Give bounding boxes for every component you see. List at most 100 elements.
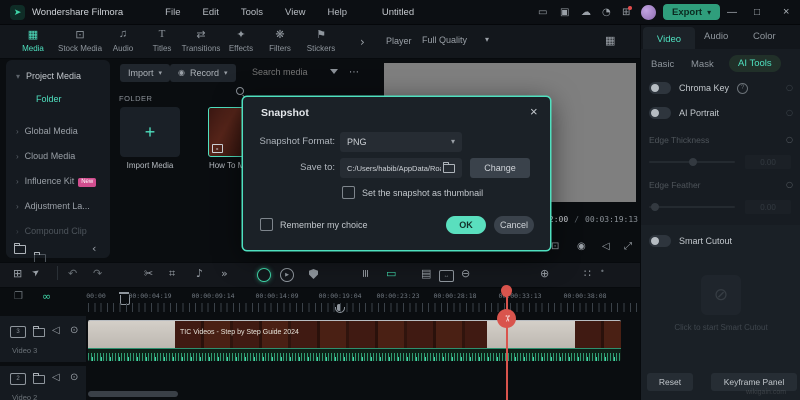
smart-cutout-toggle[interactable]: [649, 235, 671, 247]
snapshot-monitor-icon[interactable]: ⊡: [551, 242, 559, 252]
panel-dot-icon[interactable]: •: [600, 268, 605, 276]
menu-edit[interactable]: Edit: [202, 7, 218, 18]
menu-file[interactable]: File: [165, 7, 180, 18]
apps-grid-icon[interactable]: ⊞: [622, 8, 630, 18]
screen-record-icon[interactable]: ▭: [386, 268, 396, 279]
filter-funnel-icon[interactable]: [330, 69, 338, 74]
cloud-upload-icon[interactable]: ☁: [581, 8, 591, 18]
track-manager-icon[interactable]: ∷: [584, 268, 591, 279]
zoom-in-icon[interactable]: ⊕: [540, 268, 549, 279]
chroma-keyframe-icon[interactable]: ○: [786, 84, 793, 92]
search-icon[interactable]: [236, 87, 244, 95]
search-input[interactable]: [250, 66, 324, 78]
tab-filters[interactable]: ❋ Filters: [258, 28, 302, 53]
tab-audio-props[interactable]: Audio: [704, 31, 728, 42]
crop-icon[interactable]: ⌗: [169, 268, 175, 279]
subtab-basic[interactable]: Basic: [651, 59, 674, 70]
smart-cutout-placeholder[interactable]: ⊘: [701, 275, 741, 315]
collapse-sidebar-icon[interactable]: ‹: [92, 243, 96, 254]
audio-stretch-icon[interactable]: ♪: [196, 268, 203, 279]
edge-thickness-value[interactable]: 0.00: [745, 155, 791, 169]
export-button[interactable]: Export ▾: [663, 4, 720, 20]
dialog-close-icon[interactable]: ×: [530, 104, 538, 119]
tab-audio[interactable]: ♫ Audio: [101, 28, 145, 53]
avatar[interactable]: [641, 5, 656, 20]
fullscreen-icon[interactable]: ⤢: [624, 242, 632, 252]
ai-portrait-toggle[interactable]: [649, 107, 671, 119]
menu-tools[interactable]: Tools: [241, 7, 263, 18]
record-dropdown[interactable]: ◉ Record ▾: [170, 64, 236, 82]
render-card-icon[interactable]: ▤: [421, 268, 431, 279]
remember-checkbox[interactable]: [260, 218, 273, 231]
track-2-folder-icon[interactable]: [33, 375, 45, 384]
import-media-card[interactable]: +: [120, 107, 180, 157]
track-1-eye-icon[interactable]: ⊙: [70, 326, 78, 336]
tab-transitions[interactable]: ⇄ Transitions: [179, 28, 223, 53]
minimize-button[interactable]: —: [727, 7, 737, 18]
playhead-line[interactable]: [506, 288, 508, 400]
snapshot-camera-icon[interactable]: ◉: [577, 242, 586, 252]
tab-effects[interactable]: ✦ Effects: [219, 28, 263, 53]
edge-feather-slider[interactable]: [649, 206, 735, 208]
maximize-button[interactable]: □: [754, 7, 760, 18]
subtab-ai-tools[interactable]: AI Tools: [729, 55, 781, 72]
sidebar-item-project-media[interactable]: ▾Project Media: [16, 71, 81, 81]
sidebar-item-influence-kit[interactable]: ›Influence KitNew: [16, 176, 96, 187]
remember-checkbox-row[interactable]: Remember my choice: [260, 218, 368, 231]
undo-icon[interactable]: ↶: [68, 268, 77, 279]
mixer-icon[interactable]: ≡: [360, 269, 371, 278]
import-dropdown[interactable]: Import ▾: [120, 64, 170, 82]
track-1-folder-icon[interactable]: [33, 328, 45, 337]
edge-feather-keyframe-icon[interactable]: ○: [786, 181, 793, 189]
format-dropdown[interactable]: PNG ▾: [340, 132, 462, 152]
tab-video[interactable]: Video: [643, 27, 695, 49]
tab-media[interactable]: ▦ Media: [11, 28, 55, 53]
community-icon[interactable]: ◔: [602, 8, 611, 18]
browse-folder-icon[interactable]: [443, 164, 455, 173]
track-1-speaker-icon[interactable]: ◁: [52, 326, 60, 336]
edge-thickness-keyframe-icon[interactable]: ○: [786, 136, 793, 144]
track-2-eye-icon[interactable]: ⊙: [70, 373, 78, 383]
portrait-keyframe-icon[interactable]: ○: [786, 109, 793, 117]
sidebar-item-cloud-media[interactable]: ›Cloud Media: [16, 151, 75, 161]
tab-stickers[interactable]: ⚑ Stickers: [299, 28, 343, 53]
more-tabs-arrow[interactable]: ›: [360, 36, 365, 48]
sidebar-item-global-media[interactable]: ›Global Media: [16, 126, 78, 136]
thumbnail-checkbox-row[interactable]: Set the snapshot as thumbnail: [342, 186, 483, 199]
more-options-icon[interactable]: ⋯: [349, 68, 359, 78]
menu-view[interactable]: View: [285, 7, 305, 18]
cancel-button[interactable]: Cancel: [494, 216, 534, 234]
filmora-logo-icon[interactable]: ➤: [10, 5, 25, 20]
display-mode-icon[interactable]: ▭: [538, 8, 547, 18]
playhead-split-badge[interactable]: ✂: [497, 309, 516, 328]
chroma-key-help-icon[interactable]: ?: [737, 83, 748, 94]
layout-grid-icon[interactable]: ⊞: [13, 268, 22, 279]
save-path-field[interactable]: C:/Users/habib/AppData/Roar: [340, 158, 462, 178]
track-2-speaker-icon[interactable]: ◁: [52, 373, 60, 383]
fit-timeline-icon[interactable]: ↔: [439, 270, 454, 282]
new-folder-icon[interactable]: [14, 245, 26, 254]
timeline-scrollbar[interactable]: [88, 391, 178, 397]
menu-help[interactable]: Help: [327, 7, 347, 18]
quality-select[interactable]: Full Quality ▾: [422, 35, 489, 45]
split-scissors-icon[interactable]: ✂: [144, 268, 153, 279]
play-preview-icon[interactable]: ▶: [280, 268, 294, 282]
ai-assistant-icon[interactable]: [257, 268, 271, 282]
chroma-key-toggle[interactable]: [649, 82, 671, 94]
duplicate-icon[interactable]: ❐: [14, 292, 23, 302]
reset-button[interactable]: Reset: [647, 373, 693, 391]
timeline-clip[interactable]: TIC Videos - Step by Step Guide 2024: [88, 320, 621, 361]
mute-speaker-icon[interactable]: ◁: [602, 242, 610, 252]
redo-icon[interactable]: ↷: [93, 268, 102, 279]
edge-thickness-slider[interactable]: [649, 161, 735, 163]
sidebar-item-compound-clip[interactable]: ›Compound Clip: [16, 226, 87, 236]
change-button[interactable]: Change: [470, 158, 530, 178]
edge-feather-value[interactable]: 0.00: [745, 200, 791, 214]
preview-image-icon[interactable]: ▦: [605, 35, 615, 46]
tab-color[interactable]: Color: [753, 31, 776, 42]
save-icon[interactable]: ▣: [560, 8, 569, 18]
subtab-mask[interactable]: Mask: [691, 59, 714, 70]
ok-button[interactable]: OK: [446, 216, 486, 234]
tab-titles[interactable]: T Titles: [140, 28, 184, 53]
thumbnail-checkbox[interactable]: [342, 186, 355, 199]
